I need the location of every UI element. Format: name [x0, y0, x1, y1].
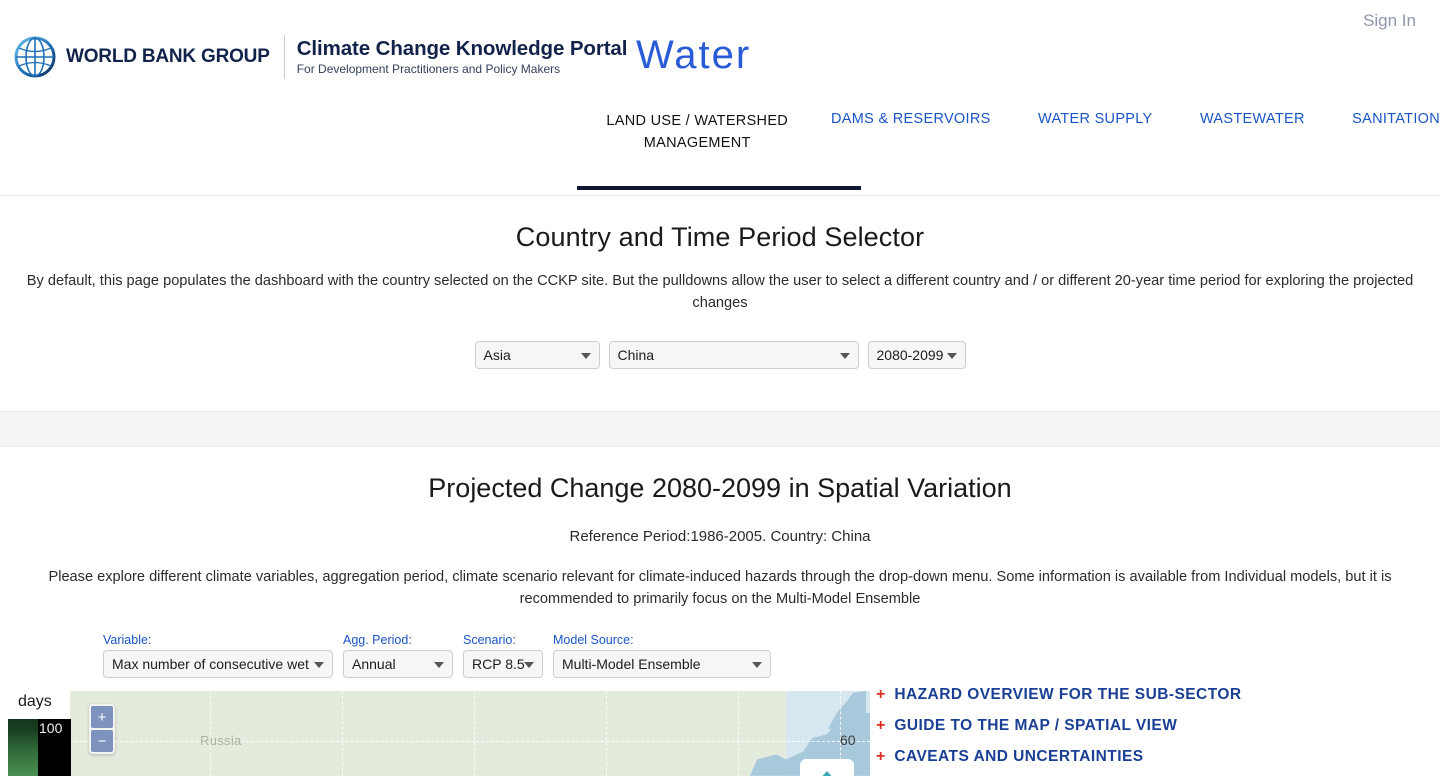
chevron-down-icon	[314, 661, 324, 668]
map-legend: 100	[8, 718, 71, 776]
plus-icon: +	[876, 748, 886, 765]
chevron-down-icon	[839, 352, 850, 359]
portal-titles: Climate Change Knowledge Portal For Deve…	[297, 37, 628, 76]
map-legend-max-value: 100	[39, 719, 63, 736]
scenario-control: Scenario: RCP 8.5	[463, 633, 543, 678]
portal-subtitle: For Development Practitioners and Policy…	[296, 61, 561, 76]
map-graticule-horizontal	[70, 740, 870, 742]
map-graticule-vertical	[474, 690, 475, 776]
nav-item-land-use-watershed-management[interactable]: LAND USE / WATERSHED MANAGEMENT	[577, 105, 817, 155]
nav-item-water-supply[interactable]: WATER SUPPLY	[1038, 105, 1153, 127]
accordion-item-guide-to-map[interactable]: + GUIDE TO THE MAP / SPATIAL VIEW	[876, 717, 1431, 735]
map-zoom-out-button[interactable]: −	[91, 729, 113, 752]
portal-title: Climate Change Knowledge Portal	[296, 37, 628, 61]
nav-item-sanitation[interactable]: SANITATION	[1352, 105, 1440, 127]
sign-in-link[interactable]: Sign In	[1363, 11, 1416, 31]
scenario-label: Scenario:	[463, 632, 516, 647]
variable-dropdown[interactable]: Max number of consecutive wet	[103, 649, 333, 678]
region-value: Asia	[483, 346, 511, 363]
chevron-down-icon	[524, 661, 534, 668]
agg-period-control: Agg. Period: Annual	[343, 633, 453, 678]
chevron-down-icon	[752, 661, 762, 668]
map-zoom-controls: + −	[89, 703, 115, 754]
chevron-down-icon	[434, 661, 444, 668]
reference-period-line: Reference Period:1986-2005. Country: Chi…	[569, 528, 871, 545]
sector-navigation: LAND USE / WATERSHED MANAGEMENT DAMS & R…	[577, 105, 1440, 190]
projected-change-section: Projected Change 2080-2099 in Spatial Va…	[0, 447, 1440, 678]
map-zoom-in-button[interactable]: +	[91, 705, 113, 728]
region-dropdown[interactable]: Asia	[474, 340, 600, 369]
agg-period-value: Annual	[352, 655, 396, 672]
model-source-value: Multi-Model Ensemble	[562, 655, 701, 672]
world-bank-globe-icon	[10, 32, 60, 82]
accordion-label: HAZARD OVERVIEW FOR THE SUB-SECTOR	[894, 686, 1242, 703]
site-header: Sign In WORLD BANK GROUP Climate Change …	[0, 0, 1440, 195]
country-value: China	[617, 346, 655, 363]
accordion-label: CAVEATS AND UNCERTAINTIES	[894, 748, 1144, 765]
variable-label: Variable:	[103, 632, 152, 647]
map-attribution-badge[interactable]	[800, 758, 854, 776]
scenario-dropdown[interactable]: RCP 8.5	[463, 649, 543, 678]
country-dropdown[interactable]: China	[608, 340, 859, 369]
scenario-value: RCP 8.5	[472, 655, 525, 672]
selector-dropdown-row: Asia China 2080-2099	[0, 340, 1440, 369]
map-graticule-vertical	[342, 690, 343, 776]
time-period-value: 2080-2099	[876, 346, 944, 363]
mountain-icon	[811, 770, 843, 776]
model-source-dropdown[interactable]: Multi-Model Ensemble	[553, 649, 771, 678]
map-legend-title: days	[18, 692, 52, 710]
time-period-dropdown[interactable]: 2080-2099	[867, 340, 966, 369]
map-canvas[interactable]: Russia	[70, 690, 870, 776]
accordion-item-caveats[interactable]: + CAVEATS AND UNCERTAINTIES	[876, 748, 1431, 766]
agg-period-label: Agg. Period:	[343, 632, 412, 647]
nav-item-dams-reservoirs[interactable]: DAMS & RESERVOIRS	[831, 105, 991, 127]
chevron-down-icon	[580, 352, 591, 359]
selector-heading: Country and Time Period Selector	[515, 222, 925, 252]
variable-value: Max number of consecutive wet	[112, 655, 309, 672]
sector-title: Water	[636, 33, 752, 77]
accordion-item-hazard-overview[interactable]: + HAZARD OVERVIEW FOR THE SUB-SECTOR	[876, 686, 1431, 704]
map-controls-row: Variable: Max number of consecutive wet …	[0, 633, 1440, 678]
info-accordion: + HAZARD OVERVIEW FOR THE SUB-SECTOR + G…	[876, 686, 1431, 779]
plus-icon: +	[876, 686, 886, 703]
map-graticule-vertical	[606, 690, 607, 776]
brand-divider	[283, 35, 285, 79]
chevron-down-icon	[946, 352, 957, 359]
map-graticule-label: 60	[840, 731, 856, 748]
brand-block[interactable]: WORLD BANK GROUP Climate Change Knowledg…	[10, 32, 627, 82]
model-source-label: Model Source:	[553, 632, 634, 647]
map-legend-color-ramp	[8, 718, 38, 776]
nav-item-wastewater[interactable]: WASTEWATER	[1200, 105, 1305, 127]
map-graticule-vertical	[738, 690, 739, 776]
selector-description: By default, this page populates the dash…	[26, 273, 1414, 311]
map-place-label-russia: Russia	[200, 732, 242, 748]
country-time-period-selector-section: Country and Time Period Selector By defa…	[0, 196, 1440, 411]
variable-control: Variable: Max number of consecutive wet	[103, 633, 333, 678]
agg-period-dropdown[interactable]: Annual	[343, 649, 453, 678]
plus-icon: +	[876, 717, 886, 734]
accordion-label: GUIDE TO THE MAP / SPATIAL VIEW	[894, 717, 1178, 734]
model-source-control: Model Source: Multi-Model Ensemble	[553, 633, 771, 678]
section-separator-band	[0, 411, 1440, 447]
active-tab-underline	[577, 186, 861, 190]
world-bank-wordmark: WORLD BANK GROUP	[66, 46, 270, 67]
projected-change-heading: Projected Change 2080-2099 in Spatial Va…	[428, 473, 1012, 503]
projection-description: Please explore different climate variabl…	[48, 569, 1392, 607]
